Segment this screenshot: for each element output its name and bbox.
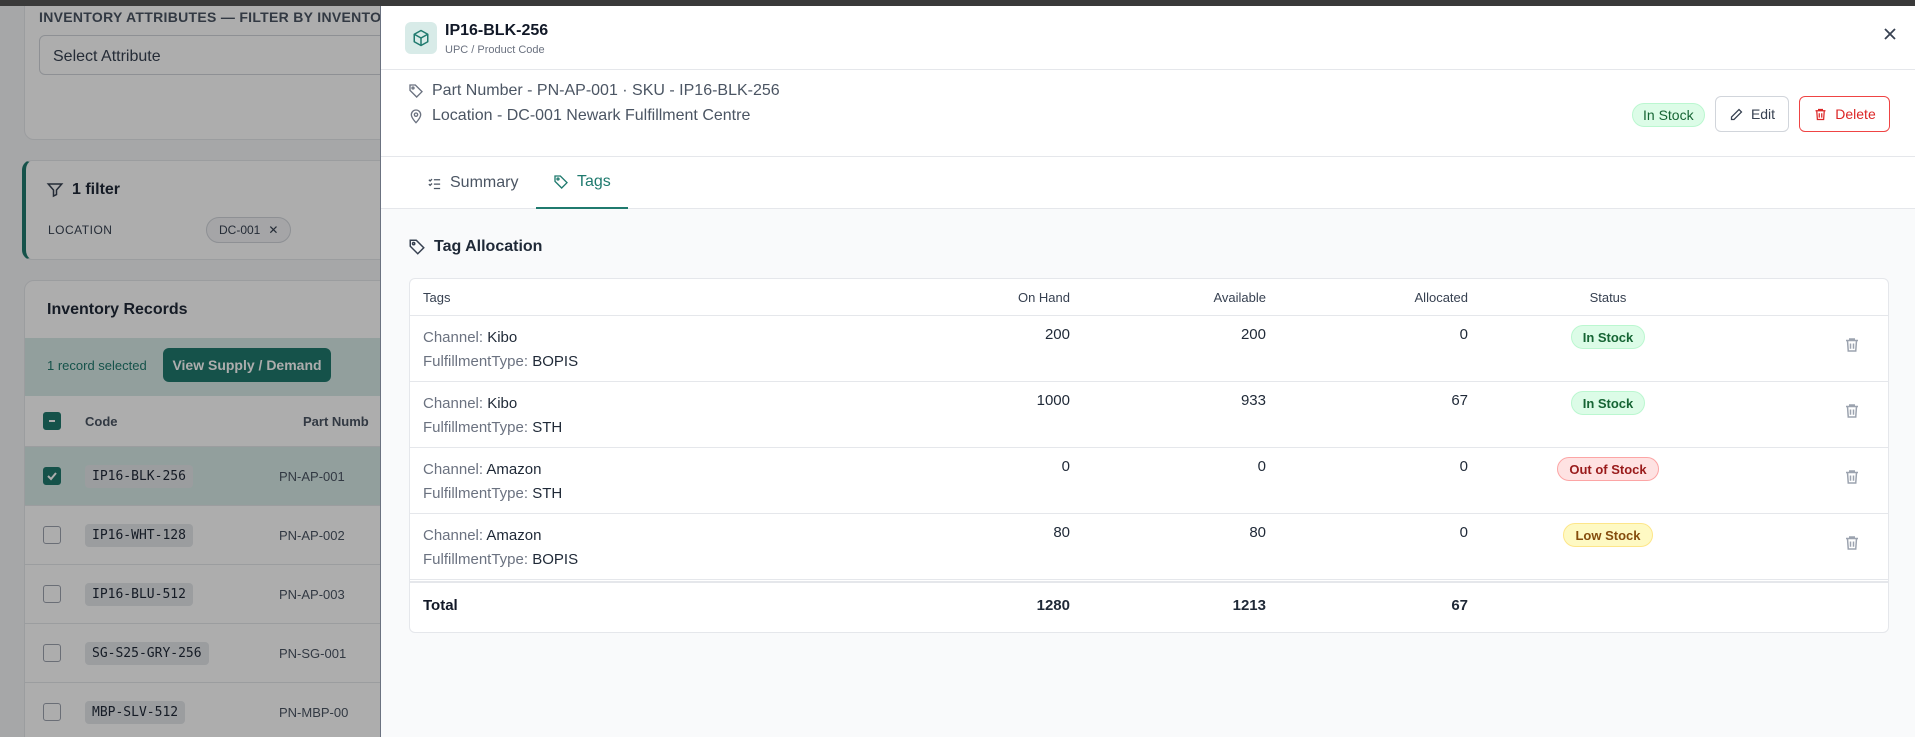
on-hand-value: 80 xyxy=(1053,524,1070,541)
edit-icon xyxy=(1730,108,1743,120)
status-badge: Out of Stock xyxy=(1557,457,1659,481)
channel-value: Kibo xyxy=(487,329,518,346)
package-icon xyxy=(405,22,437,54)
channel-key: Channel: xyxy=(423,461,484,478)
edit-label: Edit xyxy=(1750,106,1776,122)
delete-row-icon[interactable] xyxy=(1840,336,1864,354)
available-value: 200 xyxy=(1240,326,1266,343)
available-value: 933 xyxy=(1240,392,1266,409)
location-line: Location - DC-001 Newark Fulfillment Cen… xyxy=(408,107,750,125)
delete-row-icon[interactable] xyxy=(1840,534,1864,552)
tab-tags-label: Tags xyxy=(577,173,611,190)
drawer-header: IP16-BLK-256 UPC / Product Code xyxy=(381,6,1915,70)
row-tags: Channel: Amazon FulfillmentType: BOPIS xyxy=(423,524,578,572)
fulfillment-key: FulfillmentType: xyxy=(423,419,529,436)
delete-label: Delete xyxy=(1835,106,1876,122)
on-hand-value: 1000 xyxy=(1036,392,1070,409)
available-value: 80 xyxy=(1249,524,1266,541)
fulfillment-value: BOPIS xyxy=(532,551,579,568)
channel-value: Kibo xyxy=(487,395,518,412)
tag-icon xyxy=(409,84,423,98)
fulfillment-value: BOPIS xyxy=(532,353,579,370)
tab-tags[interactable]: Tags xyxy=(536,157,628,209)
section-title: Tag Allocation xyxy=(408,238,542,256)
trash-icon xyxy=(1815,108,1826,120)
channel-value: Amazon xyxy=(486,461,542,478)
section-title-text: Tag Allocation xyxy=(434,238,543,255)
inventory-detail-drawer: IP16-BLK-256 UPC / Product Code Part Num… xyxy=(380,6,1915,737)
fulfillment-key: FulfillmentType: xyxy=(423,353,529,370)
column-tags: Tags xyxy=(423,290,451,305)
channel-key: Channel: xyxy=(423,395,484,412)
drawer-info: Part Number - PN-AP-001 · SKU - IP16-BLK… xyxy=(381,70,1915,157)
total-label: Total xyxy=(423,597,458,614)
on-hand-value: 0 xyxy=(1061,458,1070,475)
tab-summary[interactable]: Summary xyxy=(410,157,535,209)
status-badge: In Stock xyxy=(1570,325,1646,349)
delete-row-icon[interactable] xyxy=(1840,468,1864,486)
allocated-value: 0 xyxy=(1459,458,1468,475)
status-badge: Low Stock xyxy=(1563,523,1653,547)
column-allocated: Allocated xyxy=(1414,290,1468,305)
drawer-tabs: Summary Tags xyxy=(381,157,1915,209)
column-on-hand: On Hand xyxy=(1017,290,1070,305)
table-row: Channel: Kibo FulfillmentType: BOPIS 200… xyxy=(410,316,1888,382)
on-hand-value: 200 xyxy=(1044,326,1070,343)
row-tags: Channel: Kibo FulfillmentType: BOPIS xyxy=(423,326,578,374)
fulfillment-value: STH xyxy=(532,419,563,436)
table-row: Channel: Amazon FulfillmentType: BOPIS 8… xyxy=(410,514,1888,580)
total-row: Total 1280 1213 67 xyxy=(410,581,1888,632)
delete-button[interactable]: Delete xyxy=(1799,96,1890,132)
window-top-strip xyxy=(0,0,1915,6)
fulfillment-key: FulfillmentType: xyxy=(423,485,529,502)
allocated-value: 0 xyxy=(1459,326,1468,343)
tag-allocation-table: Tags On Hand Available Allocated Status … xyxy=(409,278,1889,633)
available-value: 0 xyxy=(1257,458,1266,475)
location-text: Location - DC-001 Newark Fulfillment Cen… xyxy=(432,107,751,124)
table-row: Channel: Amazon FulfillmentType: STH 0 0… xyxy=(410,448,1888,514)
delete-row-icon[interactable] xyxy=(1840,402,1864,420)
part-sku-text: Part Number - PN-AP-001 · SKU - IP16-BLK… xyxy=(432,82,780,99)
tags-icon xyxy=(554,175,568,189)
row-tags: Channel: Kibo FulfillmentType: STH xyxy=(423,392,562,440)
fulfillment-key: FulfillmentType: xyxy=(423,551,529,568)
table-header: Tags On Hand Available Allocated Status xyxy=(410,279,1888,316)
drawer-title: IP16-BLK-256 xyxy=(445,22,549,39)
tags-icon xyxy=(409,239,425,255)
tab-summary-label: Summary xyxy=(450,174,519,191)
allocated-value: 67 xyxy=(1451,392,1468,409)
status-badge: In Stock xyxy=(1570,391,1646,415)
fulfillment-value: STH xyxy=(532,485,563,502)
table-row: Channel: Kibo FulfillmentType: STH 1000 … xyxy=(410,382,1888,448)
channel-key: Channel: xyxy=(423,329,484,346)
drawer-subtitle: UPC / Product Code xyxy=(445,44,545,56)
column-status: Status xyxy=(1589,290,1627,305)
allocated-value: 0 xyxy=(1459,524,1468,541)
row-tags: Channel: Amazon FulfillmentType: STH xyxy=(423,458,562,506)
channel-key: Channel: xyxy=(423,527,484,544)
column-available: Available xyxy=(1213,290,1266,305)
total-allocated: 67 xyxy=(1451,597,1468,614)
total-available: 1213 xyxy=(1232,597,1266,614)
total-on-hand: 1280 xyxy=(1036,597,1070,614)
list-check-icon xyxy=(428,178,441,189)
close-icon[interactable] xyxy=(1878,22,1902,46)
edit-button[interactable]: Edit xyxy=(1715,96,1789,132)
map-pin-icon xyxy=(410,109,422,124)
channel-value: Amazon xyxy=(486,527,542,544)
part-sku-line: Part Number - PN-AP-001 · SKU - IP16-BLK… xyxy=(408,82,780,100)
status-badge: In Stock xyxy=(1632,103,1705,127)
